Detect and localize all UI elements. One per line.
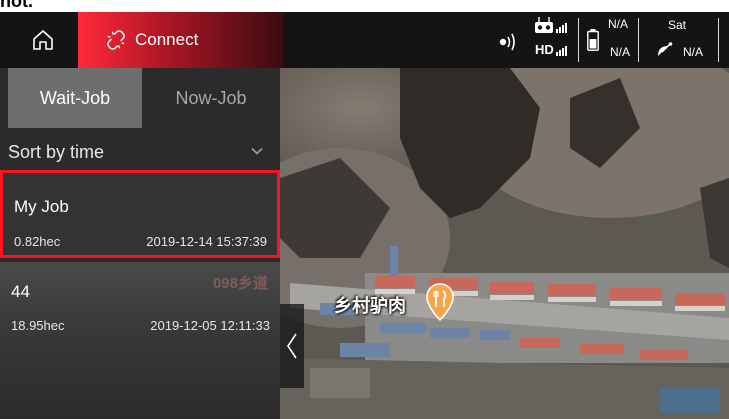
- poi-label[interactable]: 乡村驴肉: [334, 292, 406, 318]
- hd-label: HD: [535, 42, 554, 57]
- status-divider: [578, 18, 579, 62]
- chevron-left-icon: [287, 333, 297, 359]
- tab-wait-job[interactable]: Wait-Job: [8, 68, 142, 128]
- link-broken-icon: [107, 30, 125, 50]
- connect-button[interactable]: Connect: [78, 12, 283, 68]
- hd-signal-icon: [556, 46, 567, 56]
- job-name: 44: [11, 282, 30, 301]
- satellite-status: Sat N/A: [646, 12, 720, 68]
- page-text: not.: [0, 0, 33, 11]
- satellite-map[interactable]: [280, 68, 729, 419]
- restaurant-pin-icon[interactable]: [426, 283, 454, 321]
- home-icon: [33, 30, 53, 50]
- sat-value: N/A: [683, 45, 704, 59]
- battery-value-top: N/A: [608, 17, 629, 31]
- map-imagery: [280, 68, 729, 419]
- job-datetime: 2019-12-14 15:37:39: [146, 234, 267, 249]
- collapse-panel-button[interactable]: [280, 304, 304, 388]
- page-text-fragment: not.: [0, 0, 729, 12]
- background-road-label: 098乡道: [212, 275, 268, 292]
- signal-broadcast-icon: [499, 33, 515, 51]
- remote-signal-status: [497, 12, 521, 68]
- remote-controller-icon: [535, 17, 567, 33]
- home-button[interactable]: [8, 12, 78, 68]
- chevron-down-icon: [251, 147, 263, 155]
- job-area: 18.95hec: [11, 318, 65, 333]
- status-divider: [718, 18, 719, 62]
- job-panel: Wait-Job Now-Job Sort by time My Job 0.8…: [0, 68, 280, 419]
- connect-label: Connect: [135, 30, 199, 49]
- job-datetime: 2019-12-05 12:11:33: [150, 318, 270, 333]
- top-bar: Connect HD N/A N/A Sat N/A: [0, 12, 729, 68]
- job-area: 0.82hec: [14, 234, 61, 249]
- job-item-my-job[interactable]: My Job 0.82hec 2019-12-14 15:37:39: [0, 170, 280, 258]
- battery-icon: [587, 29, 599, 51]
- tab-now-job-label: Now-Job: [175, 87, 247, 108]
- job-item-44[interactable]: 098乡道 44 18.95hec 2019-12-05 12:11:33: [0, 262, 280, 419]
- link-quality-status: HD: [534, 12, 574, 68]
- tab-wait-job-label: Wait-Job: [39, 87, 111, 108]
- satellite-dish-icon: [658, 42, 673, 56]
- battery-value-bottom: N/A: [610, 45, 631, 59]
- battery-status: N/A N/A: [586, 12, 640, 68]
- tab-now-job[interactable]: Now-Job: [142, 68, 280, 128]
- sort-label: Sort by time: [8, 141, 105, 162]
- sat-label: Sat: [668, 18, 687, 32]
- sort-dropdown[interactable]: Sort by time: [0, 128, 280, 176]
- status-divider: [638, 18, 639, 62]
- job-name: My Job: [14, 197, 69, 216]
